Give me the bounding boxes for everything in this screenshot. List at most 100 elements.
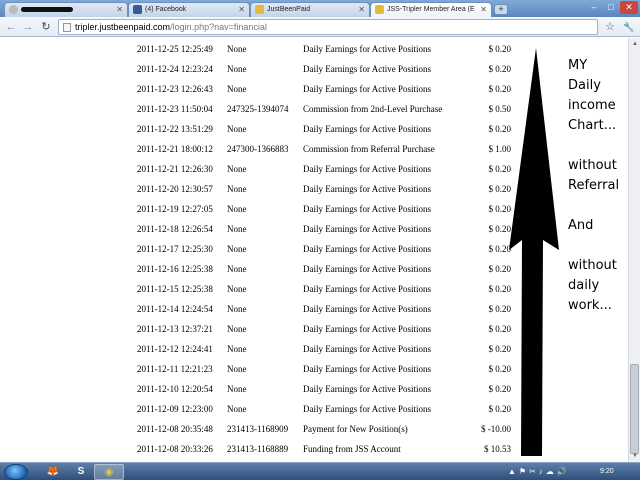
- txn-description: Daily Earnings for Active Positions: [303, 224, 431, 234]
- table-row: 2011-12-21 18:00:12 247300-1366883 Commiss…: [131, 139, 519, 159]
- tray-icon[interactable]: ▲: [508, 466, 516, 478]
- annotation-line: without: [568, 258, 617, 273]
- txn-date: 2011-12-09 12:23:00: [137, 404, 213, 414]
- txn-reference: None: [227, 324, 247, 334]
- txn-date: 2011-12-21 18:00:12: [137, 144, 213, 154]
- maximize-button[interactable]: □: [603, 1, 619, 14]
- tray-icon[interactable]: ♪: [539, 466, 543, 478]
- tray-icon[interactable]: ☁: [546, 466, 554, 478]
- skype-taskbar-icon[interactable]: S: [66, 464, 96, 480]
- txn-date: 2011-12-25 12:25:49: [137, 44, 213, 54]
- tab-redacted[interactable]: ✕: [4, 2, 128, 17]
- txn-date: 2011-12-08 20:33:26: [137, 444, 213, 454]
- arrow-shape: [509, 48, 559, 456]
- table-row: 2011-12-13 12:37:21 None Daily Earnings fo…: [131, 319, 519, 339]
- table-row: 2011-12-14 12:24:54 None Daily Earnings fo…: [131, 299, 519, 319]
- annotation-line: without: [568, 158, 617, 173]
- table-row: 2011-12-19 12:27:05 None Daily Earnings fo…: [131, 199, 519, 219]
- tray-icon[interactable]: ✂: [529, 466, 536, 478]
- txn-reference: 247300-1366883: [227, 144, 289, 154]
- txn-description: Daily Earnings for Active Positions: [303, 324, 431, 334]
- url-host: tripler.justbeenpaid.com: [75, 22, 171, 32]
- back-button[interactable]: ←: [4, 20, 18, 34]
- page-icon: [63, 23, 71, 32]
- txn-description: Daily Earnings for Active Positions: [303, 44, 431, 54]
- firefox-taskbar-icon[interactable]: 🦊: [38, 464, 68, 480]
- txn-reference: None: [227, 244, 247, 254]
- table-row: 2011-12-10 12:20:54 None Daily Earnings fo…: [131, 379, 519, 399]
- table-row: 2011-12-11 12:21:23 None Daily Earnings fo…: [131, 359, 519, 379]
- txn-description: Payment for New Position(s): [303, 424, 408, 434]
- tab-close-icon[interactable]: ✕: [238, 3, 245, 16]
- txn-reference: None: [227, 124, 247, 134]
- table-row: 2011-12-18 12:26:54 None Daily Earnings fo…: [131, 219, 519, 239]
- table-row: 2011-12-25 12:25:49 None Daily Earnings fo…: [131, 39, 519, 59]
- txn-reference: None: [227, 264, 247, 274]
- table-row: 2011-12-08 20:33:26 231413-1168889 Funding…: [131, 439, 519, 459]
- table-row: 2011-12-24 12:23:24 None Daily Earnings fo…: [131, 59, 519, 79]
- txn-date: 2011-12-20 12:30:57: [137, 184, 213, 194]
- table-row: 2011-12-08 20:35:48 231413-1168909 Payment…: [131, 419, 519, 439]
- txn-date: 2011-12-15 12:25:38: [137, 284, 213, 294]
- tab-close-icon[interactable]: ✕: [480, 3, 487, 16]
- txn-date: 2011-12-16 12:25:38: [137, 264, 213, 274]
- txn-reference: None: [227, 364, 247, 374]
- tab-close-icon[interactable]: ✕: [116, 3, 123, 16]
- taskbar-clock[interactable]: 9:20: [600, 466, 614, 478]
- txn-date: 2011-12-12 12:24:41: [137, 344, 213, 354]
- tab-facebook[interactable]: (4) Facebook ✕: [128, 2, 250, 17]
- txn-reference: 231413-1168909: [227, 424, 289, 434]
- redacted-tab-title: [21, 6, 73, 12]
- table-row: 2011-12-09 12:23:00 None Daily Earnings fo…: [131, 399, 519, 419]
- vertical-scrollbar[interactable]: ▲ ▼: [628, 38, 640, 462]
- txn-description: Daily Earnings for Active Positions: [303, 384, 431, 394]
- txn-reference: None: [227, 164, 247, 174]
- txn-description: Daily Earnings for Active Positions: [303, 164, 431, 174]
- txn-description: Daily Earnings for Active Positions: [303, 304, 431, 314]
- txn-reference: None: [227, 284, 247, 294]
- bookmark-star-icon[interactable]: ☆: [603, 20, 617, 34]
- txn-date: 2011-12-11 12:21:23: [137, 364, 213, 374]
- txn-description: Daily Earnings for Active Positions: [303, 64, 431, 74]
- txn-date: 2011-12-17 12:25:30: [137, 244, 213, 254]
- facebook-icon: [133, 5, 142, 14]
- txn-date: 2011-12-19 12:27:05: [137, 204, 213, 214]
- page-content: 2011-12-25 12:25:49 None Daily Earnings fo…: [0, 38, 628, 462]
- tab-jss-tripler[interactable]: JSS-Tripler Member Area (E ✕: [370, 2, 492, 17]
- wrench-menu-icon[interactable]: 🔧: [622, 20, 636, 34]
- annotation-line: [568, 136, 628, 156]
- forward-button[interactable]: →: [21, 20, 35, 34]
- scroll-down-icon[interactable]: ▼: [630, 451, 640, 461]
- table-row: 2011-12-12 12:24:41 None Daily Earnings fo…: [131, 339, 519, 359]
- txn-reference: None: [227, 304, 247, 314]
- scroll-up-icon[interactable]: ▲: [630, 39, 640, 49]
- txn-date: 2011-12-21 12:26:30: [137, 164, 213, 174]
- start-button[interactable]: [4, 464, 28, 480]
- tab-justbeenpaid[interactable]: JustBeenPaid ✕: [250, 2, 370, 17]
- address-bar[interactable]: tripler.justbeenpaid.com/login.php?nav=f…: [58, 19, 598, 35]
- table-row: 2011-12-23 12:26:43 None Daily Earnings fo…: [131, 79, 519, 99]
- tray-icon[interactable]: ⚑: [519, 466, 526, 478]
- txn-date: 2011-12-08 20:35:48: [137, 424, 213, 434]
- chrome-taskbar-icon[interactable]: ◉: [94, 464, 124, 480]
- txn-date: 2011-12-10 12:20:54: [137, 384, 213, 394]
- txn-reference: None: [227, 404, 247, 414]
- close-window-button[interactable]: ✕: [620, 1, 638, 14]
- minimize-button[interactable]: –: [586, 1, 602, 14]
- annotation-line: [568, 196, 628, 216]
- txn-date: 2011-12-13 12:37:21: [137, 324, 213, 334]
- tray-icon[interactable]: 🔊: [557, 466, 567, 478]
- txn-description: Daily Earnings for Active Positions: [303, 284, 431, 294]
- tab-strip: ✕ (4) Facebook ✕ JustBeenPaid ✕ JSS-Trip…: [0, 0, 640, 17]
- reload-button[interactable]: ↻: [39, 20, 53, 34]
- annotation-line: And: [568, 218, 594, 233]
- table-row: 2011-12-16 12:25:38 None Daily Earnings fo…: [131, 259, 519, 279]
- scroll-thumb[interactable]: [630, 364, 639, 454]
- txn-date: 2011-12-18 12:26:54: [137, 224, 213, 234]
- tab-close-icon[interactable]: ✕: [358, 3, 365, 16]
- new-tab-button[interactable]: +: [494, 4, 508, 15]
- txn-reference: None: [227, 224, 247, 234]
- annotation-note: MY Daily income Chart... without Referral And w…: [568, 56, 628, 316]
- txn-description: Commission from Referral Purchase: [303, 144, 435, 154]
- txn-reference: 247325-1394074: [227, 104, 289, 114]
